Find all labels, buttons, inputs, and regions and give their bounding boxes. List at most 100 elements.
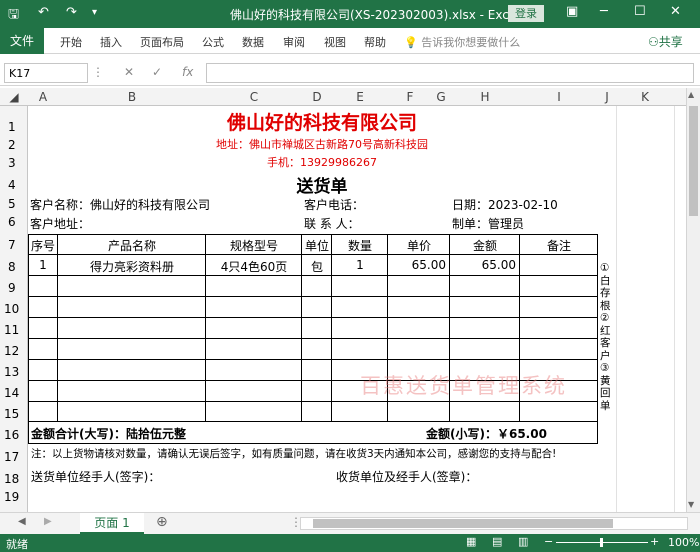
sheet-tabs-bar: ◀ ▶ 页面 1 ⊕ ⋮	[0, 512, 700, 534]
insert-function-icon[interactable]: fx	[182, 65, 193, 79]
row-18[interactable]: 18	[4, 472, 19, 486]
col-a[interactable]: A	[28, 90, 58, 104]
row-16[interactable]: 16	[4, 428, 19, 442]
save-icon[interactable]: 🖫	[8, 5, 19, 27]
row-2[interactable]: 2	[8, 138, 16, 152]
minimize-icon[interactable]: ─	[600, 4, 608, 19]
item-name: 得力亮彩资料册	[89, 260, 174, 274]
zoom-level[interactable]: 100%	[668, 536, 699, 549]
header-qty: 数量	[347, 239, 372, 253]
redo-icon[interactable]: ↷	[66, 5, 77, 20]
next-sheet-icon[interactable]: ▶	[44, 516, 52, 527]
tab-formulas[interactable]: 公式	[202, 34, 224, 50]
row-line	[28, 338, 598, 339]
col-h[interactable]: H	[450, 90, 520, 104]
namebox-dropdown-icon[interactable]: ⋮	[92, 65, 104, 79]
scroll-thumb[interactable]	[689, 106, 698, 216]
col-e[interactable]: E	[332, 90, 388, 104]
gridline	[616, 106, 617, 512]
col-b[interactable]: B	[58, 90, 206, 104]
tab-insert[interactable]: 插入	[100, 34, 122, 50]
header-price: 单价	[406, 239, 431, 253]
cancel-icon[interactable]: ✕	[124, 65, 134, 79]
row-15[interactable]: 15	[4, 407, 19, 421]
select-all-corner[interactable]: ◢	[0, 90, 28, 104]
tab-view[interactable]: 视图	[324, 34, 346, 50]
row-13[interactable]: 13	[4, 365, 19, 379]
sheet-tab-page-1[interactable]: 页面 1	[80, 513, 144, 534]
tab-page-layout[interactable]: 页面布局	[140, 34, 184, 50]
col-c[interactable]: C	[206, 90, 302, 104]
customize-icon[interactable]: ▾	[92, 7, 97, 18]
enter-icon[interactable]: ✓	[152, 65, 162, 79]
row-6[interactable]: 6	[8, 215, 16, 229]
tab-file[interactable]: 文件	[0, 28, 44, 54]
page-layout-view-icon[interactable]: ▤	[492, 535, 502, 548]
col-g[interactable]: G	[432, 90, 450, 104]
row-1[interactable]: 1	[8, 120, 16, 134]
tab-help[interactable]: 帮助	[364, 34, 386, 50]
row-17[interactable]: 17	[4, 450, 19, 464]
document-title: 送货单	[296, 177, 348, 197]
item-qty: 1	[356, 258, 364, 272]
row-9[interactable]: 9	[8, 281, 16, 295]
person-icon: ⚇	[648, 35, 659, 49]
col-f[interactable]: F	[388, 90, 432, 104]
col-k[interactable]: K	[616, 90, 674, 104]
name-box[interactable]: K17	[4, 63, 88, 83]
vertical-scrollbar[interactable]: ▲ ▼	[686, 88, 700, 512]
table-bottom-border	[28, 443, 598, 444]
contact-person: 联 系 人：	[304, 217, 360, 231]
total-upper: 金额合计(大写)：陆拾伍元整	[31, 427, 186, 441]
undo-icon[interactable]: ↶	[38, 5, 49, 20]
row-11[interactable]: 11	[4, 323, 19, 337]
row-10[interactable]: 10	[4, 302, 19, 316]
worksheet[interactable]: ◢ A B C D E F G H I J K 1 2 3 4 5 6 7 8 …	[0, 88, 686, 512]
zoom-slider[interactable]	[556, 538, 648, 547]
item-unit: 包	[310, 260, 323, 274]
row-7[interactable]: 7	[8, 238, 16, 252]
row-line	[28, 359, 598, 360]
maximize-icon[interactable]: ☐	[634, 4, 646, 19]
row-line	[28, 254, 598, 255]
h-scroll-thumb[interactable]	[313, 519, 613, 528]
formula-input[interactable]	[206, 63, 694, 83]
scroll-up-icon[interactable]: ▲	[688, 90, 694, 99]
prev-sheet-icon[interactable]: ◀	[18, 516, 26, 527]
tab-home[interactable]: 开始	[60, 34, 82, 50]
total-lower: 金额(小写)：￥65.00	[426, 427, 547, 441]
zoom-out-icon[interactable]: −	[544, 535, 553, 548]
item-spec: 4只4色60页	[220, 260, 288, 274]
row-8[interactable]: 8	[8, 260, 16, 274]
scroll-down-icon[interactable]: ▼	[688, 500, 694, 509]
row-14[interactable]: 14	[4, 386, 19, 400]
horizontal-scrollbar[interactable]	[300, 517, 688, 530]
row-3[interactable]: 3	[8, 156, 16, 170]
login-button[interactable]: 登录	[508, 5, 544, 22]
col-d[interactable]: D	[302, 90, 332, 104]
zoom-in-icon[interactable]: +	[650, 535, 659, 548]
header-product: 产品名称	[107, 239, 156, 253]
tab-data[interactable]: 数据	[242, 34, 264, 50]
row-12[interactable]: 12	[4, 344, 19, 358]
row-4[interactable]: 4	[8, 178, 16, 192]
tell-me-input[interactable]: 💡 告诉我你想要做什么	[404, 34, 520, 50]
date: 日期：2023-02-10	[452, 198, 558, 212]
close-icon[interactable]: ✕	[670, 4, 681, 19]
normal-view-icon[interactable]: ▦	[466, 535, 476, 548]
page-break-view-icon[interactable]: ▥	[518, 535, 528, 548]
row-19[interactable]: 19	[4, 490, 19, 504]
watermark: 百惠送货单管理系统	[360, 374, 567, 398]
company-phone: 手机：13929986267	[267, 156, 377, 169]
ribbon-display-icon[interactable]: ▣	[566, 4, 578, 19]
zoom-slider-thumb[interactable]	[600, 538, 603, 547]
col-i[interactable]: I	[520, 90, 598, 104]
tab-review[interactable]: 审阅	[283, 34, 305, 50]
row-5[interactable]: 5	[8, 197, 16, 211]
add-sheet-icon[interactable]: ⊕	[156, 514, 168, 530]
lightbulb-icon: 💡	[404, 36, 418, 49]
row-line	[28, 275, 598, 276]
col-j[interactable]: J	[598, 90, 616, 104]
maker: 制单：管理员	[452, 217, 525, 231]
share-button[interactable]: ⚇共享	[648, 33, 683, 50]
